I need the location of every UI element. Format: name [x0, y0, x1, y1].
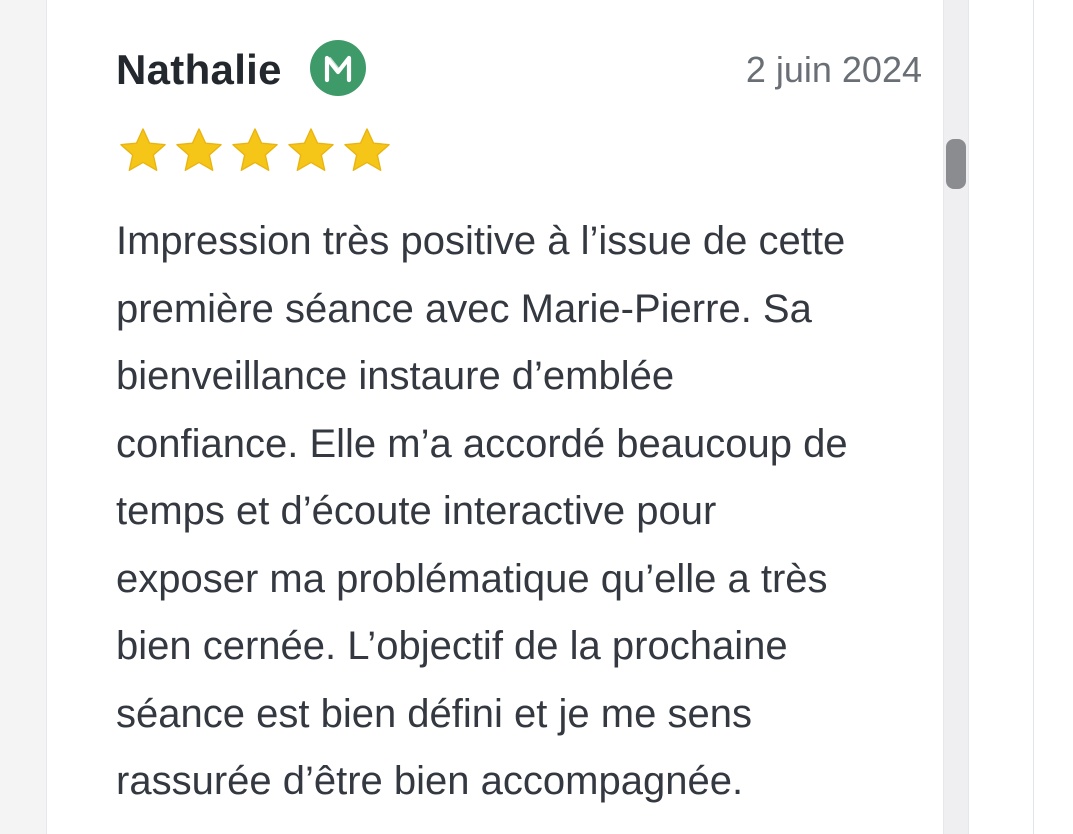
- star-icon: [344, 128, 390, 172]
- scrollbar-thumb[interactable]: [946, 139, 966, 189]
- page: Nathalie 2 juin 2024 Impression très pos…: [0, 0, 1073, 834]
- scrollbar-track[interactable]: [944, 0, 968, 834]
- star-icon: [120, 128, 166, 172]
- reviewer-name: Nathalie: [116, 46, 282, 93]
- adjacent-panel: [968, 0, 1073, 834]
- review-text: Impression très positive à l’issue de ce…: [116, 219, 848, 803]
- review-date: 2 juin 2024: [745, 49, 922, 90]
- star-rating: [116, 124, 394, 178]
- verified-m-badge-icon: [310, 40, 366, 96]
- star-icon: [176, 128, 222, 172]
- panel-divider: [1033, 0, 1034, 834]
- review-header: Nathalie 2 juin 2024: [116, 40, 922, 100]
- star-icon: [232, 128, 278, 172]
- star-icon: [288, 128, 334, 172]
